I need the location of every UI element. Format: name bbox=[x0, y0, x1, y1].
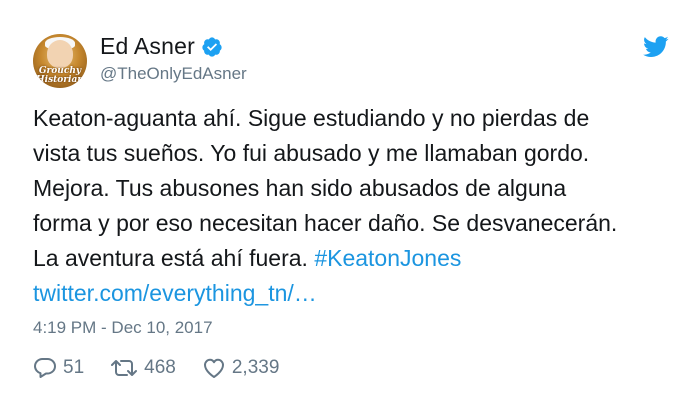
reply-icon bbox=[34, 358, 56, 378]
tweet-timestamp[interactable]: 4:19 PM - Dec 10, 2017 bbox=[33, 318, 213, 338]
reply-count: 51 bbox=[63, 357, 85, 378]
reply-button[interactable]: 51 bbox=[33, 357, 84, 379]
heart-icon bbox=[203, 358, 224, 378]
tweet-body-line-with-hashtag: La aventura está ahí fuera. #KeatonJones bbox=[33, 241, 683, 276]
hashtag-link[interactable]: #KeatonJones bbox=[314, 245, 461, 271]
retweet-icon bbox=[111, 360, 138, 376]
profile-avatar[interactable]: Grouchy Historian bbox=[33, 34, 87, 88]
tweet-body-line: Keaton-aguanta ahí. Sigue estudiando y n… bbox=[33, 105, 590, 131]
twitter-bird-icon[interactable] bbox=[643, 36, 669, 58]
tweet-actions: 51 468 2,339 bbox=[33, 357, 305, 379]
author-name-row: Ed Asner bbox=[100, 33, 223, 60]
like-button[interactable]: 2,339 bbox=[202, 357, 280, 379]
avatar-caption: Grouchy Historian bbox=[36, 66, 84, 85]
tweet-body-line: forma y por eso necesitan hacer daño. Se… bbox=[33, 210, 618, 236]
display-name[interactable]: Ed Asner bbox=[100, 33, 195, 60]
author-handle[interactable]: @TheOnlyEdAsner bbox=[100, 64, 247, 84]
retweet-button[interactable]: 468 bbox=[110, 357, 176, 379]
tweet-body-line: vista tus sueños. Yo fui abusado y me ll… bbox=[33, 140, 590, 166]
tweet-body: Keaton-aguanta ahí. Sigue estudiando y n… bbox=[33, 101, 683, 311]
tweet-card: Grouchy Historian Ed Asner @TheOnlyEdAsn… bbox=[0, 0, 700, 413]
like-count: 2,339 bbox=[231, 357, 280, 378]
retweet-count: 468 bbox=[144, 357, 176, 378]
tweet-url-link[interactable]: twitter.com/everything_tn/… bbox=[33, 276, 683, 311]
avatar-face bbox=[47, 40, 73, 68]
verified-badge-icon bbox=[201, 36, 223, 58]
tweet-body-line: Mejora. Tus abusones han sido abusados d… bbox=[33, 175, 567, 201]
tweet-body-line: La aventura está ahí fuera. bbox=[33, 245, 315, 271]
